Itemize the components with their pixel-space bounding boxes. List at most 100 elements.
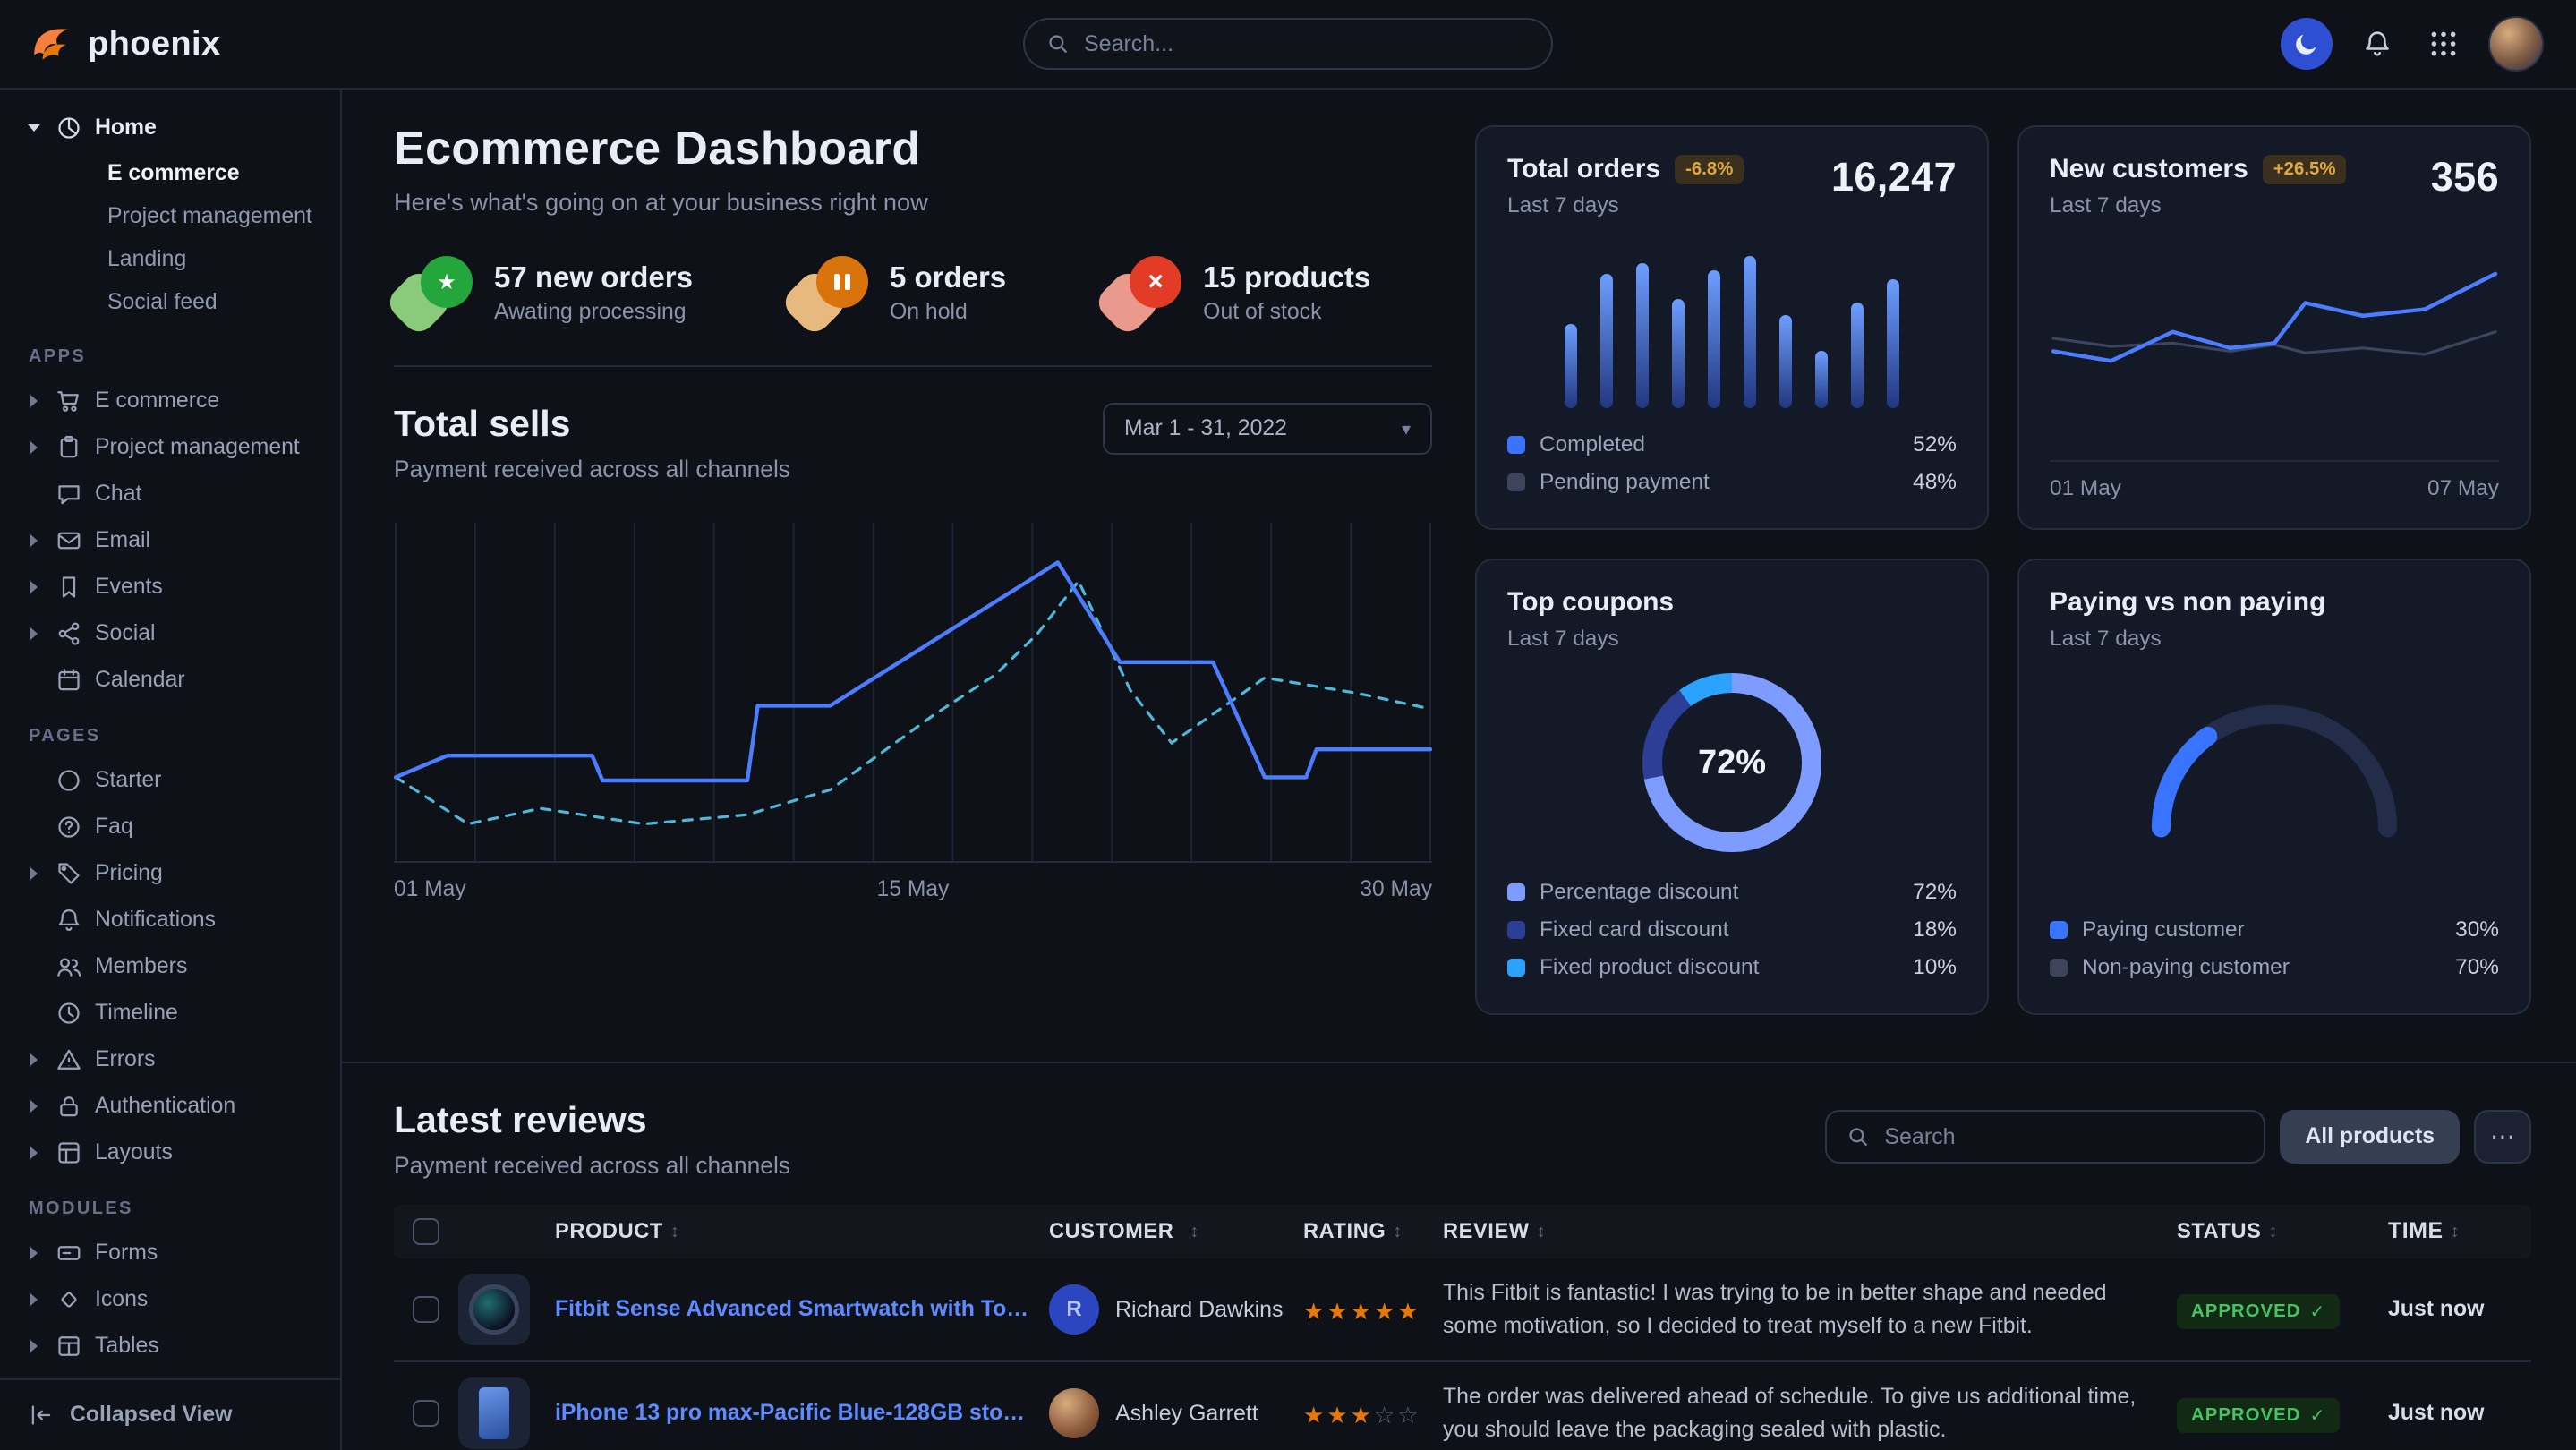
sidebar-item-timeline[interactable]: Timeline [0, 990, 340, 1036]
cart-icon [55, 388, 82, 414]
search-input[interactable] [1084, 31, 1530, 57]
card-value: 356 [2431, 154, 2499, 200]
select-all-checkbox[interactable] [413, 1218, 439, 1245]
customer-name: Ashley Garrett [1115, 1401, 1258, 1427]
chevron-right-icon [25, 627, 43, 640]
apps-grid-button[interactable] [2422, 22, 2465, 65]
bar [1887, 279, 1899, 408]
legend-value: 30% [2455, 917, 2499, 942]
legend-value: 52% [1913, 432, 1957, 457]
sidebar-section-label: MODULES [0, 1176, 340, 1230]
sidebar-item-social-feed[interactable]: Social feed [0, 281, 340, 324]
row-checkbox[interactable] [413, 1400, 439, 1427]
dashboard-top-section: Ecommerce Dashboard Here's what's going … [342, 90, 2576, 1063]
x-tick-label: 15 May [877, 877, 950, 902]
clipboard-icon [55, 434, 82, 461]
column-header-time[interactable]: TIME↕ [2388, 1219, 2531, 1244]
legend-label: Fixed product discount [1540, 955, 1759, 980]
bar [1744, 256, 1756, 408]
sidebar-item-social[interactable]: Social [0, 610, 340, 657]
reviews-header: Latest reviews Payment received across a… [394, 1099, 2531, 1180]
sidebar-item-landing[interactable]: Landing [0, 238, 340, 281]
sidebar-item-starter[interactable]: Starter [0, 757, 340, 804]
global-search[interactable] [1023, 18, 1553, 70]
notifications-button[interactable] [2356, 22, 2399, 65]
sidebar-item-home[interactable]: Home [0, 104, 340, 152]
sidebar-item-notifications[interactable]: Notifications [0, 897, 340, 943]
sidebar-item-icons[interactable]: Icons [0, 1276, 340, 1323]
more-options-button[interactable]: ⋯ [2474, 1110, 2531, 1164]
column-header-review[interactable]: REVIEW↕ [1443, 1220, 2177, 1244]
sidebar-item-errors[interactable]: Errors [0, 1036, 340, 1083]
legend-item: Paying customer30% [2050, 911, 2499, 949]
sidebar-section-label: APPS [0, 324, 340, 378]
chevron-right-icon [25, 441, 43, 454]
page-title: Ecommerce Dashboard [394, 122, 1432, 175]
customer-name: Richard Dawkins [1115, 1297, 1284, 1323]
shell: HomeE commerceProject managementLandingS… [0, 90, 2576, 1450]
product-link[interactable]: iPhone 13 pro max-Pacific Blue-128GB sto… [555, 1401, 1031, 1426]
lock-icon [55, 1093, 82, 1120]
latest-reviews-section: Latest reviews Payment received across a… [342, 1063, 2576, 1450]
stat-label: On hold [890, 300, 1006, 325]
bar [1815, 351, 1828, 408]
reviews-search[interactable] [1825, 1110, 2265, 1164]
user-avatar[interactable] [2488, 16, 2544, 72]
bar [1636, 263, 1649, 408]
column-header-product[interactable]: PRODUCT↕ [555, 1220, 1049, 1244]
sidebar-item-authentication[interactable]: Authentication [0, 1083, 340, 1130]
date-range-select[interactable]: Mar 1 - 31, 2022 ▾ [1103, 403, 1432, 455]
new-customers-chart [2050, 243, 2499, 430]
chevron-right-icon [25, 395, 43, 407]
reviews-subtitle: Payment received across all channels [394, 1152, 790, 1180]
sidebar-item-faq[interactable]: Faq [0, 804, 340, 850]
sidebar-item-calendar[interactable]: Calendar [0, 657, 340, 704]
trend-badge: +26.5% [2263, 155, 2347, 184]
row-checkbox[interactable] [413, 1296, 439, 1323]
caret-down-icon [25, 124, 43, 132]
theme-toggle-button[interactable] [2281, 18, 2333, 70]
sidebar-item-events[interactable]: Events [0, 564, 340, 610]
sidebar-item-members[interactable]: Members [0, 943, 340, 990]
total-sells-title: Total sells [394, 403, 790, 445]
clock-icon [55, 1000, 82, 1027]
users-icon [55, 953, 82, 980]
sidebar-item-email[interactable]: Email [0, 517, 340, 564]
column-header-status[interactable]: STATUS↕ [2177, 1220, 2388, 1244]
product-link[interactable]: Fitbit Sense Advanced Smartwatch with To… [555, 1297, 1031, 1322]
column-header-customer[interactable]: CUSTOMER↕ [1049, 1220, 1303, 1244]
sort-icon: ↕ [2268, 1222, 2278, 1242]
stat-out-of-stock: ×15 productsOut of stock [1103, 256, 1370, 329]
sidebar-item-project-management[interactable]: Project management [0, 424, 340, 471]
sidebar-item-e-commerce[interactable]: E commerce [0, 152, 340, 195]
check-icon: ✓ [2309, 1301, 2325, 1323]
sidebar-section-label: PAGES [0, 704, 340, 757]
sidebar-item-chat[interactable]: Chat [0, 471, 340, 517]
reviews-search-input[interactable] [1884, 1124, 2244, 1150]
legend-item: Fixed product discount10% [1507, 949, 1957, 986]
sidebar-item-pricing[interactable]: Pricing [0, 850, 340, 897]
sidebar-item-components[interactable]: Components [0, 1369, 340, 1378]
chevron-right-icon [25, 1147, 43, 1159]
stat-value: 15 products [1203, 260, 1370, 294]
reviews-table-body: Fitbit Sense Advanced Smartwatch with To… [394, 1258, 2531, 1450]
new-customers-x-axis: 01 May 07 May [2050, 460, 2499, 501]
legend-swatch [1507, 436, 1525, 454]
calendar-icon [55, 667, 82, 694]
chevron-right-icon [25, 581, 43, 593]
stat-value: 5 orders [890, 260, 1006, 294]
sidebar-item-e-commerce[interactable]: E commerce [0, 378, 340, 424]
stats-row: ★57 new ordersAwating processing5 orders… [394, 256, 1432, 367]
sidebar-item-layouts[interactable]: Layouts [0, 1130, 340, 1176]
all-products-button[interactable]: All products [2280, 1110, 2460, 1164]
x-tick-label: 01 May [2050, 476, 2121, 501]
brand[interactable]: phoenix [29, 21, 220, 66]
sidebar-item-project-management[interactable]: Project management [0, 195, 340, 238]
card-period: Last 7 days [1507, 193, 1744, 218]
chevron-right-icon [25, 1340, 43, 1352]
search-icon [1046, 32, 1070, 55]
collapsed-view-toggle[interactable]: Collapsed View [0, 1378, 340, 1450]
column-header-rating[interactable]: RATING↕ [1303, 1220, 1443, 1244]
sidebar-item-tables[interactable]: Tables [0, 1323, 340, 1369]
sidebar-item-forms[interactable]: Forms [0, 1230, 340, 1276]
